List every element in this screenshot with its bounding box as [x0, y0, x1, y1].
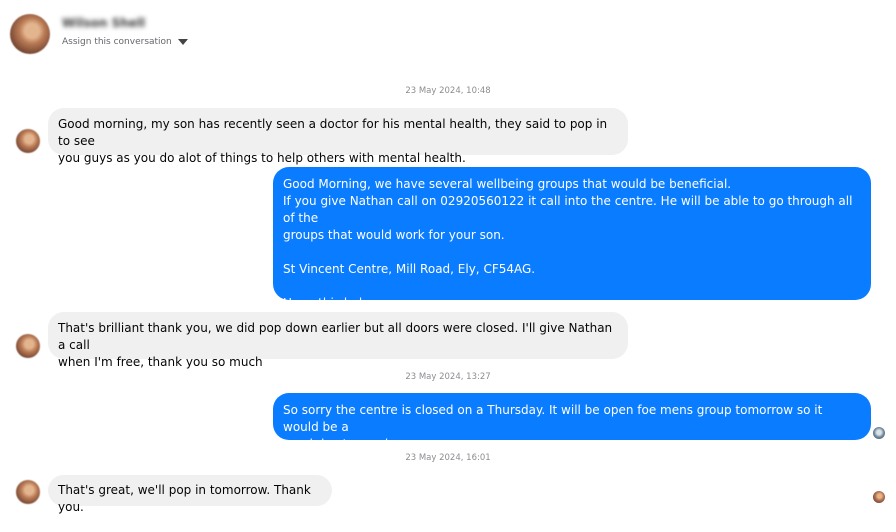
sender-avatar[interactable] — [16, 334, 40, 358]
contact-name[interactable]: Wilson Shell — [62, 16, 145, 30]
sender-avatar[interactable] — [16, 129, 40, 153]
read-receipt-avatar — [873, 427, 885, 439]
contact-avatar[interactable] — [10, 14, 50, 54]
outgoing-message[interactable]: So sorry the centre is closed on a Thurs… — [273, 393, 871, 451]
incoming-message[interactable]: That's great, we'll pop in tomorrow. Tha… — [48, 475, 332, 514]
outgoing-message[interactable]: Good Morning, we have several wellbeing … — [273, 167, 871, 310]
timestamp: 23 May 2024, 16:01 — [405, 453, 491, 463]
chevron-down-icon — [177, 39, 188, 45]
sender-avatar[interactable] — [16, 480, 40, 504]
timestamp: 23 May 2024, 13:27 — [405, 372, 491, 382]
seen-by-avatar — [873, 491, 885, 503]
timestamp: 23 May 2024, 10:48 — [405, 86, 491, 96]
incoming-message[interactable]: Good morning, my son has recently seen a… — [48, 108, 628, 165]
assign-conversation-label: Assign this conversation — [62, 37, 172, 47]
assign-conversation-dropdown[interactable]: Assign this conversation — [62, 37, 188, 47]
incoming-message[interactable]: That's brilliant thank you, we did pop d… — [48, 312, 628, 369]
